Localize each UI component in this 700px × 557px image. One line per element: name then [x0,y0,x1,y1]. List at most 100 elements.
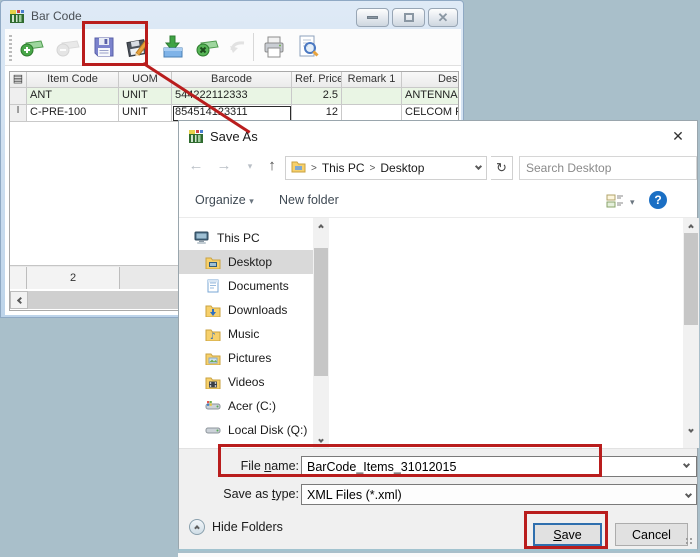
cell-description[interactable]: ANTENNA [402,88,459,105]
record-count: 2 [27,267,120,289]
close-button[interactable]: ✕ [428,8,458,27]
chevron-down-icon [685,491,692,498]
row-selector[interactable] [10,88,27,105]
new-folder-button[interactable]: New folder [279,193,339,207]
folder-icon [291,160,306,176]
sidebar-item-videos[interactable]: Videos [179,370,313,394]
minimize-icon [367,16,378,19]
recent-locations-chevron-icon[interactable]: ▾ [239,161,261,172]
refresh-icon: ↻ [496,160,507,176]
svg-text:♪: ♪ [210,332,216,341]
organize-button[interactable]: Organize ▾ [195,193,254,207]
scroll-left-button[interactable] [10,291,28,309]
close-icon: ✕ [672,128,684,145]
maximize-button[interactable] [392,8,425,27]
barcode-toolbar [5,29,461,66]
back-icon[interactable]: ← [185,157,207,174]
scrollbar-thumb[interactable] [684,233,698,325]
chevron-down-icon [318,437,324,443]
col-header-description[interactable]: Description [402,72,459,88]
save-as-dialog: Save As ✕ ← → ▾ ↑ > This PC > Desktop ↻ … [178,120,698,551]
pictures-icon [205,352,221,365]
barcode-titlebar[interactable]: Bar Code [9,7,82,25]
hide-folders-button[interactable]: Hide Folders [189,519,283,535]
sidebar-scrollbar[interactable] [313,218,329,448]
caret-down-icon: ▾ [249,196,254,206]
scroll-up-button[interactable] [313,218,329,232]
chevron-down-icon [688,427,694,433]
sidebar-item-desktop[interactable]: Desktop [179,250,313,274]
resize-grip-icon[interactable] [685,537,694,546]
drive-c-icon [205,400,221,412]
annotation-box-file-name [218,444,602,477]
maximize-icon [404,13,414,22]
row-edit-indicator[interactable]: I [10,105,27,122]
breadcrumb-separator: > [370,163,376,174]
file-list-empty[interactable] [329,218,683,448]
save-as-type-select[interactable]: XML Files (*.xml) [301,484,697,505]
dialog-bottom-strip [178,553,700,557]
cancel-button[interactable]: Cancel [615,523,688,546]
views-dropdown-icon[interactable]: ▾ [630,197,635,208]
dialog-close-button[interactable]: ✕ [667,126,689,146]
cell-remark-1[interactable] [342,88,402,105]
videos-icon [205,376,221,389]
refresh-button[interactable]: ↻ [491,156,513,180]
preview-icon[interactable] [295,34,321,60]
forward-icon[interactable]: → [213,157,235,174]
grid-selector-header[interactable]: ▤ [10,72,27,88]
sidebar-item-downloads[interactable]: Downloads [179,298,313,322]
navigation-bar: ← → ▾ ↑ > This PC > Desktop ↻ [179,151,697,185]
sidebar-item-documents[interactable]: Documents [179,274,313,298]
save-as-type-label: Save as type: [189,487,299,501]
search-input[interactable] [519,156,697,180]
toolbar-grip[interactable] [9,35,12,61]
sidebar-item-this-pc[interactable]: This PC [179,226,313,250]
cell-barcode[interactable]: 544222112333 [172,88,292,105]
minimize-button[interactable] [356,8,389,27]
this-pc-icon [194,231,210,245]
chevron-up-circle-icon [189,519,205,535]
breadcrumb-separator: > [311,163,317,174]
scroll-down-button[interactable] [683,424,699,438]
breadcrumb-dropdown-icon[interactable] [475,163,482,170]
music-icon: ♪ [205,328,221,341]
col-header-remark-1[interactable]: Remark 1 [342,72,402,88]
col-header-ref-price[interactable]: Ref. Price [292,72,342,88]
cell-item-code[interactable]: ANT [27,88,119,105]
dialog-content: This PC Desktop Documents Downloads ♪ Mu… [179,218,697,448]
breadcrumb[interactable]: > This PC > Desktop [285,156,487,180]
cell-item-code[interactable]: C-PRE-100 [27,105,119,122]
sidebar-item-acer-c[interactable]: Acer (C:) [179,394,313,418]
grid-header-row: ▤ Item Code UOM Barcode Ref. Price Remar… [10,72,459,88]
help-button[interactable]: ? [649,191,667,209]
breadcrumb-desktop[interactable]: Desktop [380,161,424,175]
col-header-barcode[interactable]: Barcode [172,72,292,88]
sidebar-item-pictures[interactable]: Pictures [179,346,313,370]
toolbar-separator [253,33,254,61]
downloads-icon [205,304,221,317]
cell-uom[interactable]: UNIT [119,105,172,122]
barcode-app-icon [9,8,25,24]
navigation-pane: This PC Desktop Documents Downloads ♪ Mu… [179,218,313,448]
col-header-item-code[interactable]: Item Code [27,72,119,88]
print-icon[interactable] [261,34,287,60]
cell-ref-price[interactable]: 2.5 [292,88,342,105]
views-icon[interactable] [606,193,624,214]
dialog-app-icon [188,128,204,144]
scroll-up-button[interactable] [683,218,699,232]
file-list-scrollbar[interactable] [683,218,699,448]
dialog-title: Save As [210,129,258,144]
breadcrumb-this-pc[interactable]: This PC [322,161,365,175]
sidebar-item-music[interactable]: ♪ Music [179,322,313,346]
cell-uom[interactable]: UNIT [119,88,172,105]
dialog-titlebar[interactable]: Save As ✕ [179,121,697,151]
delete-icon[interactable] [194,34,220,60]
add-icon[interactable] [19,34,45,60]
up-icon[interactable]: ↑ [261,157,283,174]
command-bar: Organize ▾ New folder ▾ ? [179,185,697,218]
sidebar-item-local-disk-q[interactable]: Local Disk (Q:) [179,418,313,442]
table-row[interactable]: ANT UNIT 544222112333 2.5 ANTENNA [10,88,459,105]
import-icon[interactable] [160,34,186,60]
scrollbar-thumb[interactable] [314,248,328,376]
